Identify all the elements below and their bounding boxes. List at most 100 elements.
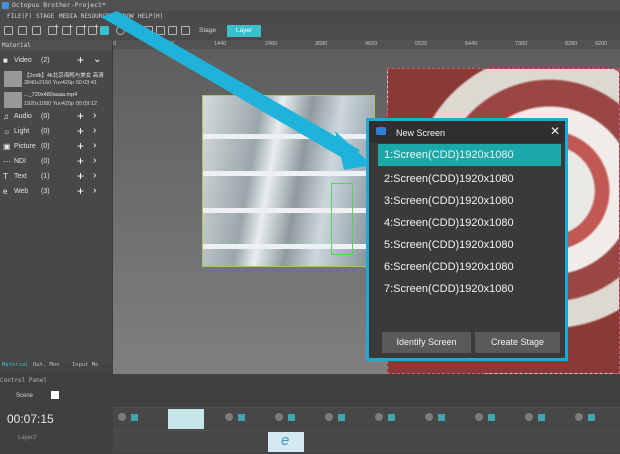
identify-screen-button[interactable]: Identify Screen — [382, 332, 471, 353]
add-screen-icon[interactable] — [48, 22, 59, 35]
screen-option[interactable]: 1:Screen(CDD)1920x1080 — [378, 144, 561, 166]
stop-icon[interactable] — [588, 414, 595, 421]
menu-media-resources[interactable]: MEDIA RESOURCES — [59, 13, 113, 20]
cue-cell[interactable] — [225, 411, 261, 427]
stop-icon[interactable] — [131, 414, 138, 421]
menu-stage[interactable]: STAGE — [36, 13, 54, 20]
selection-box[interactable] — [331, 183, 353, 255]
add-light-button[interactable]: + — [77, 124, 84, 138]
window-title: Octopus Brother-Project* — [12, 1, 106, 9]
play-icon[interactable] — [275, 413, 283, 421]
cue-cell[interactable] — [575, 411, 611, 427]
add-ndi-button[interactable]: + — [77, 154, 84, 168]
category-ndi[interactable]: ⋯ NDI (0) + › — [0, 154, 112, 169]
close-icon[interactable]: ✕ — [550, 124, 560, 138]
media-item[interactable]: ..._720x480aaaa.mp4 1920x1080 Yuv420p 00… — [0, 90, 112, 111]
tab-output-monitor[interactable]: Out. Mon — [33, 362, 60, 368]
chevron-right-icon[interactable]: › — [93, 140, 96, 151]
category-audio[interactable]: ♫ Audio (0) + › — [0, 109, 112, 124]
play-icon[interactable] — [225, 413, 233, 421]
tab-stage[interactable]: Stage — [199, 27, 216, 34]
toolbar: Stage Layer — [0, 22, 620, 40]
add-text-button[interactable]: + — [77, 169, 84, 183]
stop-icon[interactable] — [438, 414, 445, 421]
stop-icon[interactable] — [338, 414, 345, 421]
cue-cell[interactable] — [275, 411, 311, 427]
screen-option[interactable]: 2:Screen(CDD)1920x1080 — [378, 168, 561, 190]
light-icon: ☼ — [3, 127, 11, 136]
timeline-track[interactable]: e — [113, 430, 620, 453]
align-left-icon[interactable] — [144, 26, 153, 35]
screen-option[interactable]: 5:Screen(CDD)1920x1080 — [378, 234, 561, 256]
chevron-right-icon[interactable]: › — [93, 110, 96, 121]
chevron-down-icon[interactable]: ⌄ — [93, 54, 101, 65]
stop-icon[interactable] — [238, 414, 245, 421]
redo-icon[interactable] — [130, 26, 139, 35]
stop-icon[interactable] — [538, 414, 545, 421]
add-video-button[interactable]: + — [77, 53, 84, 67]
play-icon[interactable] — [475, 413, 483, 421]
stop-icon[interactable] — [388, 414, 395, 421]
align-center-icon[interactable] — [156, 26, 165, 35]
add-input-icon[interactable] — [88, 22, 99, 35]
web-clip[interactable]: e — [268, 432, 304, 452]
new-screen-icon[interactable] — [100, 26, 109, 35]
category-light[interactable]: ☼ Light (0) + › — [0, 124, 112, 139]
category-text[interactable]: T Text (1) + › — [0, 169, 112, 184]
add-web-button[interactable]: + — [77, 184, 84, 198]
tab-material[interactable]: Material — [2, 362, 29, 368]
cue-cell[interactable] — [475, 411, 511, 427]
play-icon[interactable] — [425, 413, 433, 421]
menu-help[interactable]: HELP(H) — [138, 13, 163, 20]
stop-icon[interactable] — [488, 414, 495, 421]
control-panel: Control Panel Scene 00:07:15 Layer2 e — [0, 374, 620, 454]
screen-option-label: 4:Screen(CDD)1920x1080 — [384, 217, 514, 229]
distribute-icon[interactable] — [181, 26, 190, 35]
scene-checkbox[interactable] — [51, 391, 59, 399]
play-icon[interactable] — [118, 413, 126, 421]
chevron-right-icon[interactable]: › — [93, 155, 96, 166]
cue-cell[interactable] — [325, 411, 361, 427]
scene-label: Scene — [16, 393, 34, 399]
category-web[interactable]: e Web (3) + › — [0, 184, 112, 199]
cue-cell[interactable] — [525, 411, 561, 427]
undo-icon[interactable] — [116, 26, 125, 35]
play-icon[interactable] — [325, 413, 333, 421]
add-picture-button[interactable]: + — [77, 139, 84, 153]
cue-cell[interactable] — [425, 411, 461, 427]
stop-icon[interactable] — [288, 414, 295, 421]
play-icon[interactable] — [575, 413, 583, 421]
category-video[interactable]: ■ Video (2) + ⌄ — [0, 53, 112, 68]
play-icon[interactable] — [375, 413, 383, 421]
add-layer-icon[interactable] — [62, 22, 73, 35]
add-output-icon[interactable] — [76, 22, 87, 35]
align-right-icon[interactable] — [168, 26, 177, 35]
cue-cell[interactable] — [375, 411, 411, 427]
menu-file[interactable]: FILE(F) — [7, 13, 32, 20]
add-audio-button[interactable]: + — [77, 109, 84, 123]
cue-cell-active[interactable] — [168, 409, 204, 429]
create-stage-button[interactable]: Create Stage — [475, 332, 560, 353]
screen-option[interactable]: 4:Screen(CDD)1920x1080 — [378, 212, 561, 234]
chevron-right-icon[interactable]: › — [93, 125, 96, 136]
timeline-track[interactable] — [113, 407, 620, 430]
ruler-tick: 0 — [113, 41, 117, 47]
tab-input-monitor[interactable]: Input Mo — [72, 362, 99, 368]
category-picture[interactable]: ▣ Picture (0) + › — [0, 139, 112, 154]
media-item[interactable]: 【2ndk】4k北京海鸭与美女 高清 3840x2160 Yuv420p 00:… — [0, 69, 112, 90]
open-file-icon[interactable] — [18, 26, 27, 35]
ruler-tick: 2460 — [265, 41, 278, 47]
new-file-icon[interactable] — [4, 26, 13, 35]
tab-layer[interactable]: Layer — [227, 25, 261, 37]
save-file-icon[interactable] — [32, 26, 41, 35]
screen-option[interactable]: 3:Screen(CDD)1920x1080 — [378, 190, 561, 212]
category-label: Picture — [14, 143, 36, 150]
cue-cell[interactable] — [118, 411, 154, 427]
chevron-right-icon[interactable]: › — [93, 185, 96, 196]
screen-option[interactable]: 7:Screen(CDD)1920x1080 — [378, 278, 561, 300]
video-icon: ■ — [3, 56, 8, 65]
screen-option[interactable]: 6:Screen(CDD)1920x1080 — [378, 256, 561, 278]
menu-window[interactable]: WINDOW — [112, 13, 134, 20]
play-icon[interactable] — [525, 413, 533, 421]
chevron-right-icon[interactable]: › — [93, 170, 96, 181]
